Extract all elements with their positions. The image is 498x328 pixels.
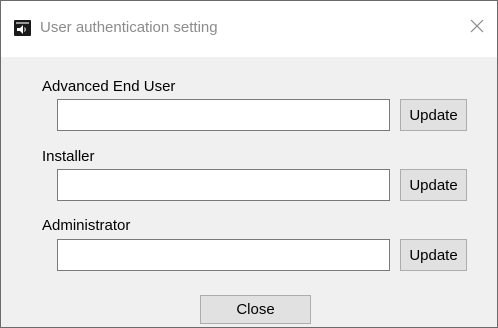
administrator-label: Administrator bbox=[42, 217, 131, 234]
close-button[interactable]: Close bbox=[200, 295, 311, 324]
title-bar[interactable]: User authentication setting bbox=[1, 1, 497, 57]
advanced-end-user-password-input[interactable] bbox=[57, 99, 390, 131]
speaker-app-icon bbox=[14, 20, 31, 36]
administrator-update-button[interactable]: Update bbox=[400, 239, 467, 271]
user-authentication-dialog: User authentication setting Advanced End… bbox=[0, 0, 498, 328]
close-icon[interactable] bbox=[467, 16, 487, 36]
advanced-end-user-label: Advanced End User bbox=[42, 78, 176, 95]
window-title: User authentication setting bbox=[40, 19, 218, 36]
installer-password-input[interactable] bbox=[57, 169, 390, 201]
administrator-password-input[interactable] bbox=[57, 239, 390, 271]
advanced-end-user-update-button[interactable]: Update bbox=[400, 99, 467, 131]
installer-label: Installer bbox=[42, 148, 95, 165]
installer-update-button[interactable]: Update bbox=[400, 169, 467, 201]
